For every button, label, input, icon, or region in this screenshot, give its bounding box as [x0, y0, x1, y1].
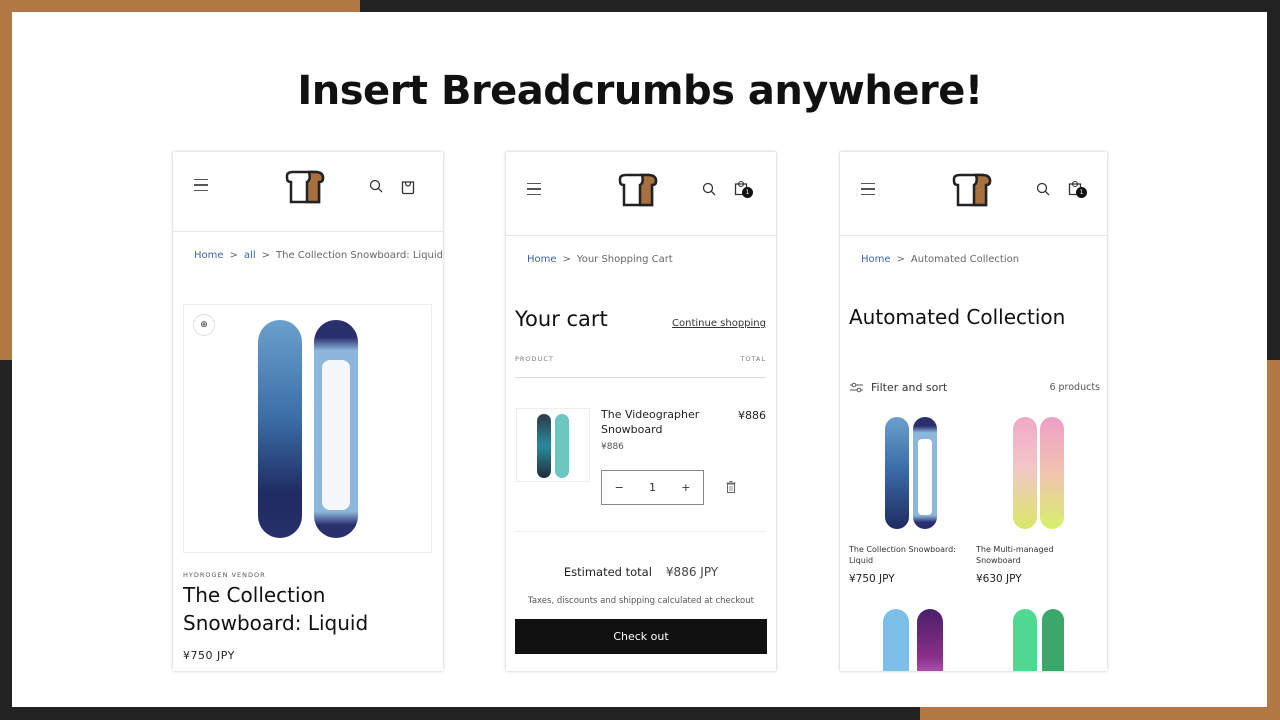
product-card-name[interactable]: The Collection Snowboard: Liquid	[849, 544, 964, 566]
snowboard-image-green-pattern	[1042, 609, 1064, 671]
divider	[515, 377, 766, 378]
estimated-total-label: Estimated total	[563, 565, 652, 579]
breadcrumb-current: Automated Collection	[910, 254, 1020, 265]
filter-sliders-icon	[850, 382, 863, 393]
snowboard-image-multi-managed-top	[1013, 417, 1037, 529]
filter-and-sort-label: Filter and sort	[871, 381, 948, 394]
product-count: 6 products	[1049, 382, 1100, 393]
estimated-total-value: ¥886 JPY	[665, 565, 719, 579]
cart-item-unit-price: ¥886	[601, 442, 624, 452]
product-card-price: ¥750 JPY	[849, 573, 895, 585]
search-icon[interactable]	[369, 179, 383, 193]
trash-icon[interactable]	[726, 481, 736, 493]
breadcrumb-home[interactable]: Home	[861, 254, 891, 265]
zoom-in-icon[interactable]: ⊕	[193, 314, 215, 336]
snowboard-image-liquid-base	[913, 417, 937, 529]
cart-item-name[interactable]: The Videographer Snowboard	[601, 407, 721, 437]
cart-title: Your cart	[515, 307, 608, 331]
bread-logo-icon[interactable]	[950, 173, 992, 207]
cart-count-badge: 1	[742, 187, 753, 198]
snowboard-image-multi-managed-base	[1040, 417, 1064, 529]
increase-quantity-button[interactable]: +	[681, 481, 690, 494]
headline: Insert Breadcrumbs anywhere!	[297, 68, 983, 114]
product-page-mockup: Home > all > The Collection Snowboard: Liqui…	[173, 152, 443, 671]
continue-shopping-link[interactable]: Continue shopping	[672, 318, 766, 329]
collection-page-mockup: 1 Home > Automated Collection Automated Co…	[840, 152, 1107, 671]
product-price: ¥750 JPY	[183, 649, 235, 662]
breadcrumb-current: The Collection Snowboard: Liquid	[276, 250, 443, 261]
search-icon[interactable]	[702, 182, 716, 196]
snowboard-image-liquid-base	[314, 320, 358, 538]
snowboard-image-liquid-top	[258, 320, 302, 538]
filter-and-sort-button[interactable]: Filter and sort	[850, 381, 947, 394]
breadcrumb-separator: >	[562, 254, 571, 265]
product-vendor: HYDROGEN VENDOR	[183, 571, 266, 579]
cart-page-mockup: 1 Home > Your Shopping Cart Your cart Cont…	[506, 152, 776, 671]
search-icon[interactable]	[1036, 182, 1050, 196]
snowboard-image-blue	[883, 609, 909, 671]
snowboard-image-green	[1013, 609, 1037, 671]
divider	[515, 531, 766, 532]
quantity-value[interactable]: 1	[649, 481, 656, 494]
decrease-quantity-button[interactable]: −	[615, 481, 624, 494]
column-header-total: TOTAL	[740, 355, 766, 363]
quantity-stepper: − 1 +	[601, 470, 704, 505]
column-header-product: PRODUCT	[515, 355, 554, 363]
site-header	[173, 152, 443, 232]
product-card-price: ¥630 JPY	[976, 573, 1022, 585]
breadcrumb-separator: >	[896, 254, 905, 265]
breadcrumb-separator: >	[229, 250, 238, 261]
collection-title: Automated Collection	[849, 305, 1066, 329]
snowboard-image-purple	[917, 609, 943, 671]
snowboard-image-videographer-base	[555, 414, 569, 478]
breadcrumb-separator: >	[261, 250, 270, 261]
site-header: 1	[840, 152, 1107, 236]
cart-item-total: ¥886	[738, 409, 766, 422]
breadcrumb-home[interactable]: Home	[194, 250, 224, 261]
menu-icon[interactable]	[194, 179, 208, 191]
breadcrumb: Home > Your Shopping Cart	[527, 254, 673, 265]
menu-icon[interactable]	[861, 183, 875, 195]
breadcrumb: Home > Automated Collection	[861, 254, 1019, 265]
bread-logo-icon[interactable]	[283, 170, 325, 204]
bread-logo-icon[interactable]	[616, 173, 658, 207]
cart-count-badge: 1	[1076, 187, 1087, 198]
checkout-button[interactable]: Check out	[515, 619, 767, 654]
cart-item-image[interactable]	[516, 408, 590, 482]
estimated-total: Estimated total ¥886 JPY	[506, 565, 776, 579]
cart-icon[interactable]	[401, 179, 415, 195]
breadcrumb-current: Your Shopping Cart	[576, 254, 673, 265]
breadcrumb: Home > all > The Collection Snowboard: Liqui…	[194, 250, 443, 261]
breadcrumb-all[interactable]: all	[244, 250, 256, 261]
breadcrumb-home[interactable]: Home	[527, 254, 557, 265]
site-header: 1	[506, 152, 776, 236]
menu-icon[interactable]	[527, 183, 541, 195]
product-title: The Collection Snowboard: Liquid	[183, 583, 369, 635]
product-image-frame[interactable]	[183, 304, 432, 553]
snowboard-image-liquid-top	[885, 417, 909, 529]
tax-note: Taxes, discounts and shipping calculated…	[528, 596, 754, 606]
product-card-name[interactable]: The Multi-managed Snowboard	[976, 544, 1091, 566]
snowboard-image-videographer-top	[537, 414, 551, 478]
